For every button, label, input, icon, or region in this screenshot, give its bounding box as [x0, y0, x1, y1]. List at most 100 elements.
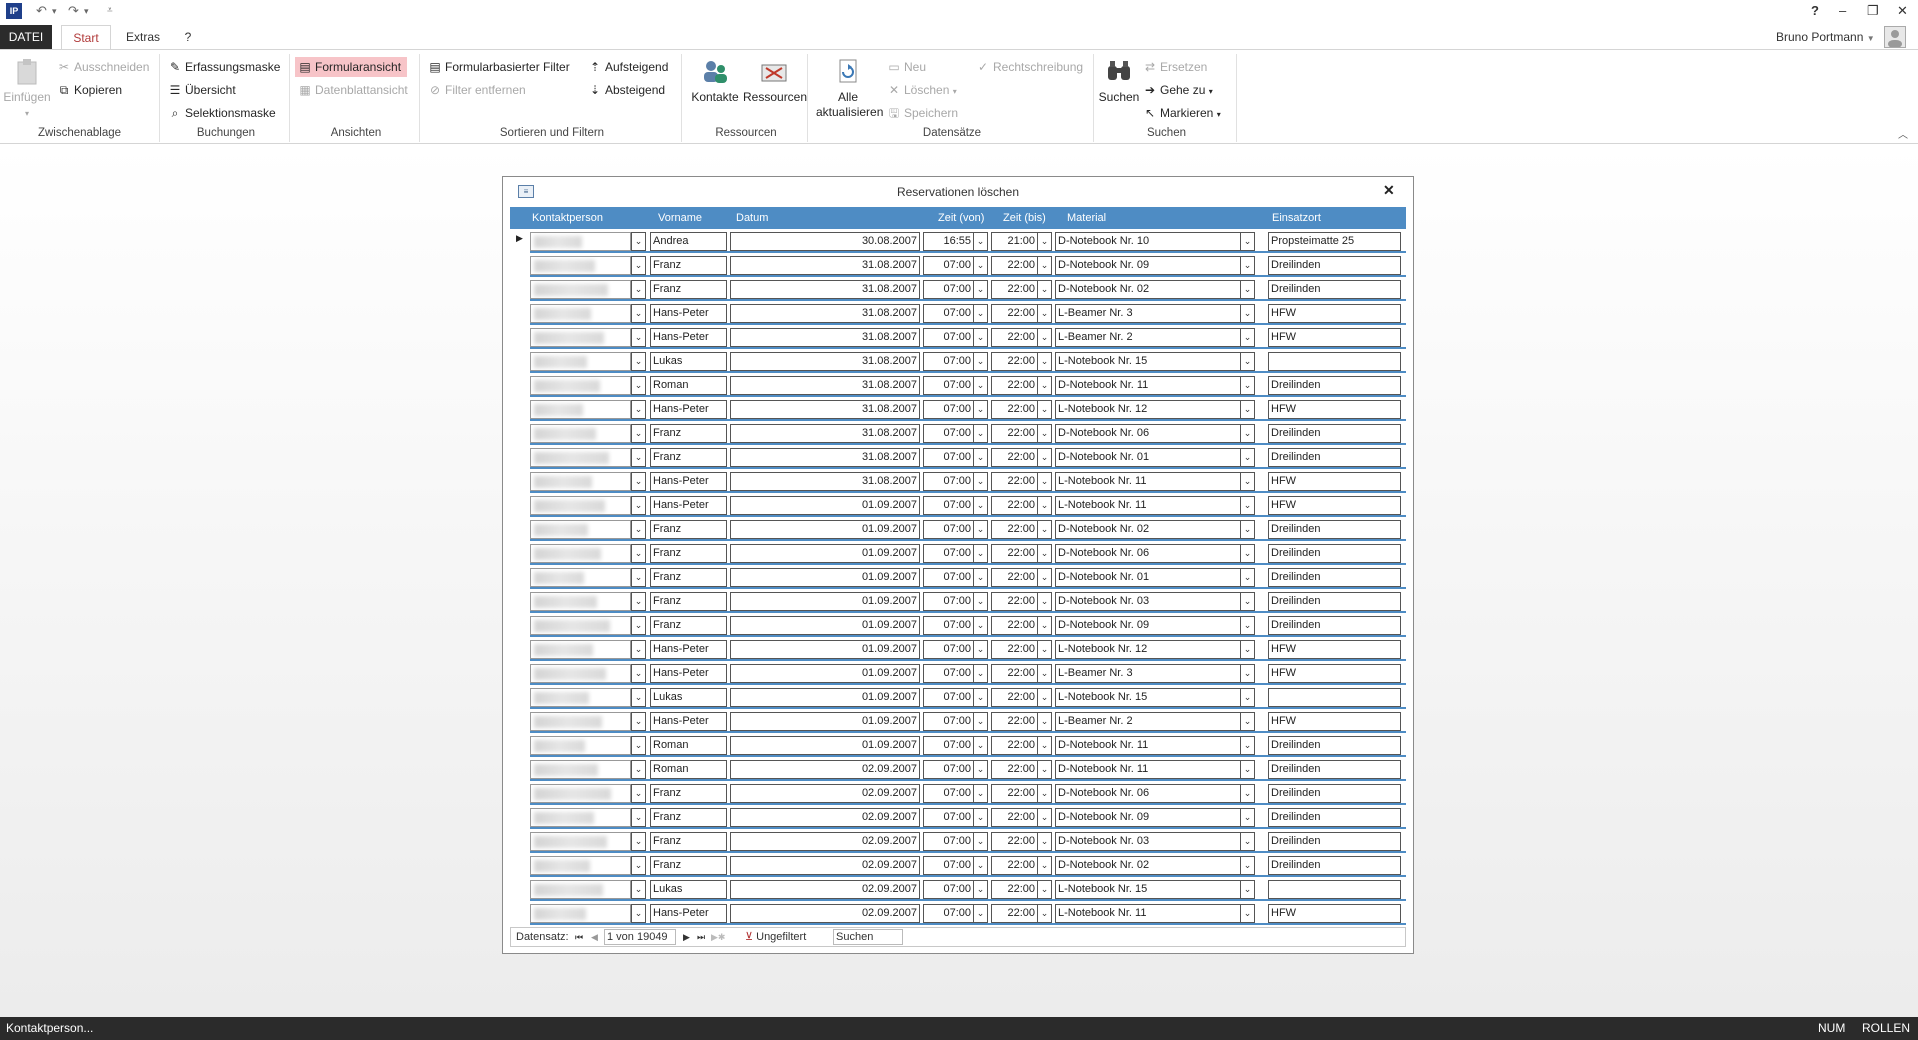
von-field[interactable]: 07:00 [923, 904, 974, 923]
table-row[interactable]: ⌄ Hans-Peter 31.08.2007 07:00 ⌄ 22:00 ⌄ L-Beame… [510, 325, 1406, 349]
von-dropdown[interactable]: ⌄ [973, 784, 988, 803]
bis-dropdown[interactable]: ⌄ [1037, 688, 1052, 707]
kontakt-dropdown[interactable]: ⌄ [631, 616, 646, 635]
bis-dropdown[interactable]: ⌄ [1037, 352, 1052, 371]
table-row[interactable]: ⌄ Roman 01.09.2007 07:00 ⌄ 22:00 ⌄ D-Notebook N… [510, 733, 1406, 757]
material-dropdown[interactable]: ⌄ [1240, 328, 1255, 347]
material-dropdown[interactable]: ⌄ [1240, 832, 1255, 851]
von-dropdown[interactable]: ⌄ [973, 736, 988, 755]
new-record-button[interactable]: ▭ Neu [887, 57, 926, 77]
first-record-button[interactable]: ⏮ [575, 928, 583, 946]
material-field[interactable]: D-Notebook Nr. 02 [1055, 856, 1241, 875]
record-selector[interactable] [510, 853, 530, 877]
selection-mask-button[interactable]: ⌕ Selektionsmaske [168, 103, 276, 123]
kontakt-field[interactable] [530, 280, 631, 299]
replace-button[interactable]: ⇄ Ersetzen [1143, 57, 1207, 77]
table-row[interactable]: ⌄ Franz 01.09.2007 07:00 ⌄ 22:00 ⌄ D-Notebook N… [510, 613, 1406, 637]
table-row[interactable]: ⌄ Roman 02.09.2007 07:00 ⌄ 22:00 ⌄ D-Notebook N… [510, 757, 1406, 781]
einsatzort-field[interactable]: HFW [1268, 328, 1401, 347]
von-field[interactable]: 07:00 [923, 280, 974, 299]
collapse-ribbon-icon[interactable]: ︿ [1898, 126, 1908, 141]
datum-field[interactable]: 02.09.2007 [730, 760, 920, 779]
von-field[interactable]: 07:00 [923, 712, 974, 731]
einsatzort-field[interactable]: Dreilinden [1268, 256, 1401, 275]
material-dropdown[interactable]: ⌄ [1240, 592, 1255, 611]
von-dropdown[interactable]: ⌄ [973, 376, 988, 395]
record-selector[interactable] [510, 709, 530, 733]
einsatzort-field[interactable]: HFW [1268, 400, 1401, 419]
von-field[interactable]: 07:00 [923, 376, 974, 395]
kontakt-dropdown[interactable]: ⌄ [631, 400, 646, 419]
von-dropdown[interactable]: ⌄ [973, 304, 988, 323]
einsatzort-field[interactable]: HFW [1268, 496, 1401, 515]
datum-field[interactable]: 31.08.2007 [730, 352, 920, 371]
von-field[interactable]: 07:00 [923, 784, 974, 803]
von-dropdown[interactable]: ⌄ [973, 832, 988, 851]
kontakt-dropdown[interactable]: ⌄ [631, 448, 646, 467]
einsatzort-field[interactable]: Dreilinden [1268, 592, 1401, 611]
bis-field[interactable]: 22:00 [991, 784, 1038, 803]
von-field[interactable]: 16:55 [923, 232, 974, 251]
kontakt-dropdown[interactable]: ⌄ [631, 304, 646, 323]
record-selector[interactable] [510, 517, 530, 541]
von-dropdown[interactable]: ⌄ [973, 760, 988, 779]
bis-field[interactable]: 22:00 [991, 832, 1038, 851]
bis-dropdown[interactable]: ⌄ [1037, 592, 1052, 611]
kontakt-field[interactable] [530, 712, 631, 731]
datum-field[interactable]: 31.08.2007 [730, 424, 920, 443]
von-dropdown[interactable]: ⌄ [973, 544, 988, 563]
bis-field[interactable]: 22:00 [991, 904, 1038, 923]
kontakt-field[interactable] [530, 448, 631, 467]
kontakt-field[interactable] [530, 400, 631, 419]
einsatzort-field[interactable]: Dreilinden [1268, 736, 1401, 755]
record-selector[interactable] [510, 637, 530, 661]
tab-start[interactable]: Start [61, 25, 111, 50]
vorname-field[interactable]: Franz [650, 784, 727, 803]
von-dropdown[interactable]: ⌄ [973, 328, 988, 347]
vorname-field[interactable]: Franz [650, 544, 727, 563]
table-row[interactable]: ⌄ Hans-Peter 31.08.2007 07:00 ⌄ 22:00 ⌄ L-Noteb… [510, 469, 1406, 493]
user-name[interactable]: Bruno Portmann ▼ [1776, 25, 1875, 49]
bis-dropdown[interactable]: ⌄ [1037, 544, 1052, 563]
einsatzort-field[interactable]: Dreilinden [1268, 760, 1401, 779]
close-window-button[interactable]: ✕ [1897, 2, 1908, 20]
save-record-button[interactable]: 🖫 Speichern [887, 103, 958, 123]
vorname-field[interactable]: Hans-Peter [650, 400, 727, 419]
datum-field[interactable]: 01.09.2007 [730, 712, 920, 731]
von-dropdown[interactable]: ⌄ [973, 520, 988, 539]
bis-field[interactable]: 22:00 [991, 472, 1038, 491]
kontakt-dropdown[interactable]: ⌄ [631, 544, 646, 563]
table-row[interactable]: ⌄ Lukas 31.08.2007 07:00 ⌄ 22:00 ⌄ L-Notebook N… [510, 349, 1406, 373]
von-dropdown[interactable]: ⌄ [973, 712, 988, 731]
bis-field[interactable]: 21:00 [991, 232, 1038, 251]
kontakt-field[interactable] [530, 736, 631, 755]
material-field[interactable]: D-Notebook Nr. 11 [1055, 760, 1241, 779]
material-dropdown[interactable]: ⌄ [1240, 304, 1255, 323]
bis-dropdown[interactable]: ⌄ [1037, 736, 1052, 755]
von-dropdown[interactable]: ⌄ [973, 808, 988, 827]
record-selector[interactable] [510, 805, 530, 829]
undo-icon[interactable]: ↶ [36, 2, 47, 20]
material-field[interactable]: L-Notebook Nr. 12 [1055, 400, 1241, 419]
von-dropdown[interactable]: ⌄ [973, 664, 988, 683]
spelling-button[interactable]: ✓ Rechtschreibung [976, 57, 1083, 77]
table-row[interactable]: ⌄ Franz 31.08.2007 07:00 ⌄ 22:00 ⌄ D-Notebook N… [510, 253, 1406, 277]
datum-field[interactable]: 31.08.2007 [730, 376, 920, 395]
material-dropdown[interactable]: ⌄ [1240, 496, 1255, 515]
vorname-field[interactable]: Lukas [650, 880, 727, 899]
table-row[interactable]: ⌄ Lukas 02.09.2007 07:00 ⌄ 22:00 ⌄ L-Notebook N… [510, 877, 1406, 901]
kontakt-dropdown[interactable]: ⌄ [631, 880, 646, 899]
contacts-button[interactable]: Kontakte [688, 56, 742, 105]
material-dropdown[interactable]: ⌄ [1240, 880, 1255, 899]
material-dropdown[interactable]: ⌄ [1240, 376, 1255, 395]
einsatzort-field[interactable]: HFW [1268, 472, 1401, 491]
datum-field[interactable]: 02.09.2007 [730, 784, 920, 803]
help-button[interactable]: ? [1811, 2, 1819, 20]
bis-dropdown[interactable]: ⌄ [1037, 520, 1052, 539]
material-field[interactable]: L-Notebook Nr. 15 [1055, 880, 1241, 899]
sort-asc-button[interactable]: ⇡ Aufsteigend [588, 57, 668, 77]
paste-button[interactable]: Einfügen ▾ [2, 56, 52, 121]
kontakt-dropdown[interactable]: ⌄ [631, 520, 646, 539]
bis-field[interactable]: 22:00 [991, 760, 1038, 779]
datum-field[interactable]: 31.08.2007 [730, 280, 920, 299]
